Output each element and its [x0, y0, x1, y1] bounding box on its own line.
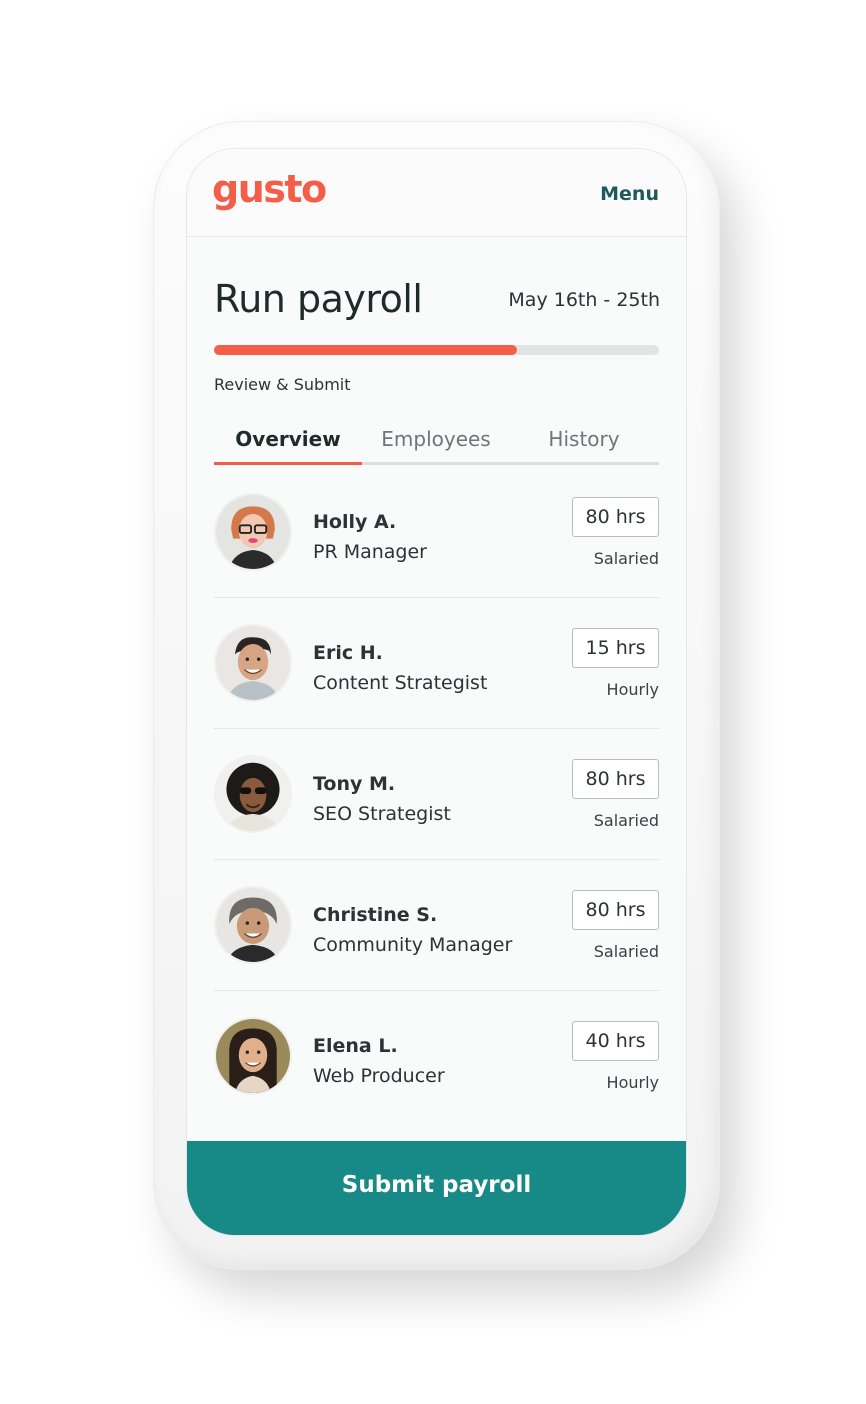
avatar-tony-icon: [216, 757, 290, 831]
tab-bar: Overview Employees History: [214, 421, 659, 465]
avatar-eric-icon: [216, 626, 290, 700]
employee-name: Christine S.: [313, 904, 438, 926]
app-screen: gusto Menu Run payroll May 16th - 25th R…: [187, 149, 686, 1235]
employee-row[interactable]: Eric H. Content Strategist 15 hrs Hourly: [214, 598, 659, 729]
avatar-holly-icon: [216, 495, 290, 569]
employee-role: Web Producer: [313, 1065, 445, 1087]
progress-bar: [214, 345, 659, 355]
page-title: Run payroll: [214, 277, 423, 321]
employee-role: PR Manager: [313, 541, 427, 563]
progress-bar-fill: [214, 345, 517, 355]
hours-input[interactable]: 40 hrs: [572, 1021, 659, 1061]
employee-name: Eric H.: [313, 642, 383, 664]
hours-input[interactable]: 15 hrs: [572, 628, 659, 668]
tab-overview[interactable]: Overview: [214, 421, 362, 465]
avatar: [214, 493, 292, 571]
employee-name: Elena L.: [313, 1035, 398, 1057]
avatar: [214, 755, 292, 833]
tab-employees[interactable]: Employees: [362, 421, 510, 462]
employee-role: Community Manager: [313, 934, 513, 956]
menu-button[interactable]: Menu: [600, 183, 659, 205]
avatar-christine-icon: [216, 888, 290, 962]
pay-period: May 16th - 25th: [508, 289, 660, 311]
employee-row[interactable]: Christine S. Community Manager 80 hrs Sa…: [214, 860, 659, 991]
employee-row[interactable]: Tony M. SEO Strategist 80 hrs Salaried: [214, 729, 659, 860]
app-header: gusto Menu: [187, 149, 686, 237]
avatar: [214, 886, 292, 964]
avatar: [214, 1017, 292, 1095]
employee-name: Tony M.: [313, 773, 396, 795]
submit-payroll-button[interactable]: Submit payroll: [187, 1141, 686, 1235]
employee-name: Holly A.: [313, 511, 397, 533]
employee-list: Holly A. PR Manager 80 hrs Salaried Eric…: [214, 467, 659, 1122]
pay-type: Hourly: [606, 1073, 659, 1092]
employee-role: Content Strategist: [313, 672, 488, 694]
progress-step-label: Review & Submit: [214, 375, 351, 394]
tab-history[interactable]: History: [510, 421, 658, 462]
gusto-logo[interactable]: gusto: [212, 167, 327, 211]
employee-row[interactable]: Elena L. Web Producer 40 hrs Hourly: [214, 991, 659, 1122]
pay-type: Hourly: [606, 680, 659, 699]
avatar-elena-icon: [216, 1019, 290, 1093]
pay-type: Salaried: [593, 549, 659, 568]
hours-input[interactable]: 80 hrs: [572, 759, 659, 799]
pay-type: Salaried: [593, 811, 659, 830]
hours-input[interactable]: 80 hrs: [572, 497, 659, 537]
hours-input[interactable]: 80 hrs: [572, 890, 659, 930]
avatar: [214, 624, 292, 702]
pay-type: Salaried: [593, 942, 659, 961]
employee-row[interactable]: Holly A. PR Manager 80 hrs Salaried: [214, 467, 659, 598]
employee-role: SEO Strategist: [313, 803, 451, 825]
